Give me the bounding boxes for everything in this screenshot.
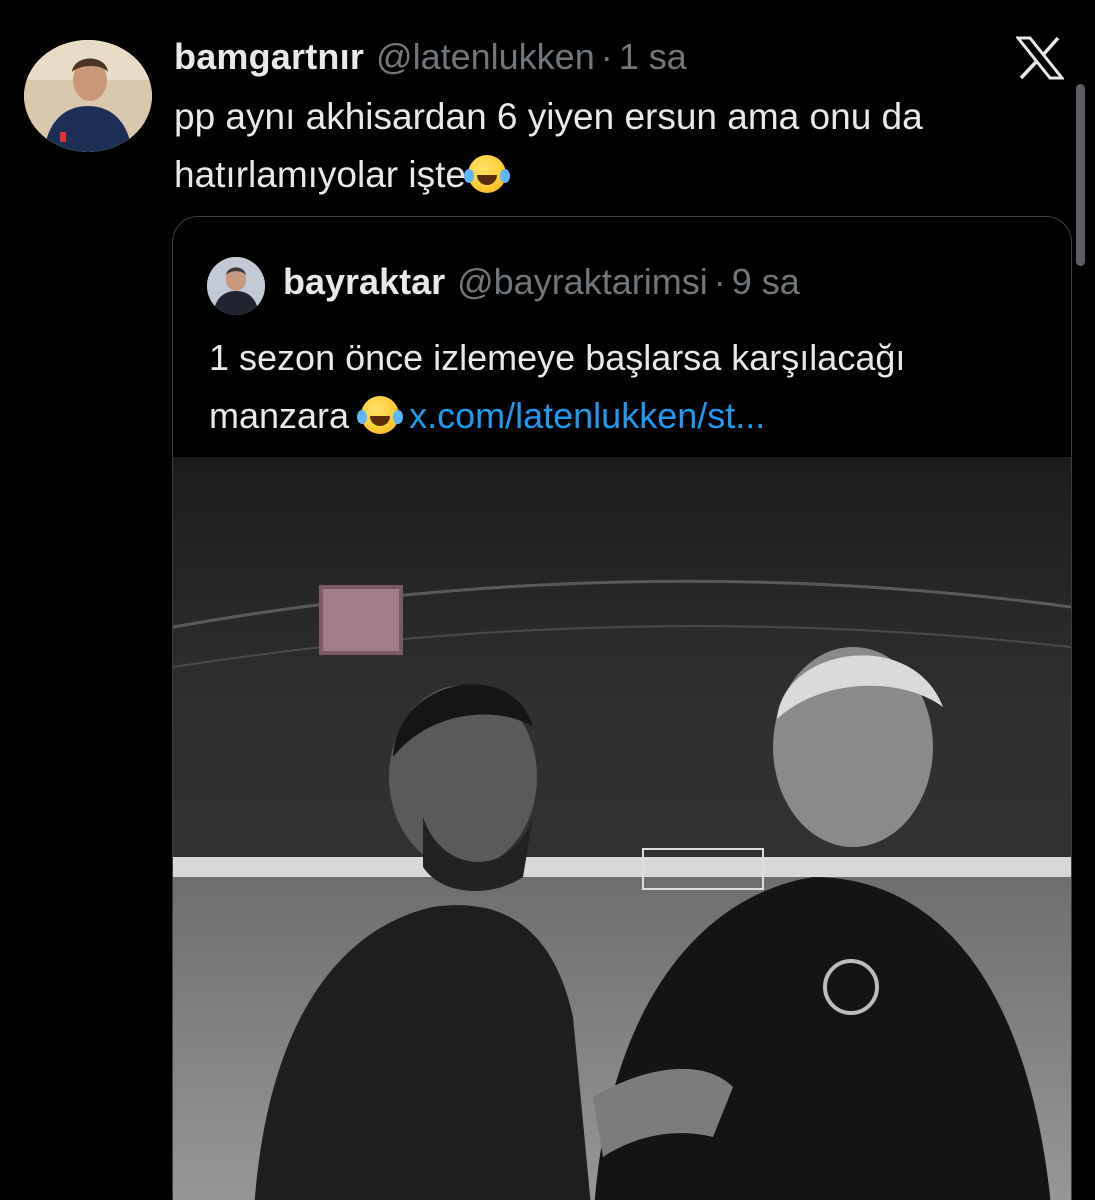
quoted-tweet-header: bayraktar @bayraktarimsi · 9 sa xyxy=(283,261,800,303)
author-display-name[interactable]: bamgartnır xyxy=(174,36,364,78)
x-logo-icon xyxy=(1014,36,1066,80)
tweet-body: pp aynı akhisardan 6 yiyen ersun ama onu… xyxy=(174,88,1054,204)
quoted-video-thumbnail[interactable] xyxy=(173,457,1071,1200)
quoted-handle[interactable]: @bayraktarimsi xyxy=(457,261,708,303)
scrollbar-thumb[interactable] xyxy=(1076,84,1085,266)
tweet-screen: bamgartnır @latenlukken · 1 sa pp aynı a… xyxy=(0,0,1095,1200)
quoted-tweet-link[interactable]: x.com/latenlukken/st... xyxy=(409,395,765,436)
quoted-tweet-body: 1 sezon önce izlemeye başlarsa karşılaca… xyxy=(209,329,1039,445)
tears-of-joy-emoji-icon xyxy=(357,396,400,434)
quoted-author-avatar[interactable] xyxy=(207,257,265,315)
quoted-display-name[interactable]: bayraktar xyxy=(283,261,445,303)
tweet-timestamp[interactable]: 1 sa xyxy=(619,36,687,78)
author-handle[interactable]: @latenlukken xyxy=(376,36,595,78)
author-avatar[interactable] xyxy=(24,40,152,152)
tweet-header: bamgartnır @latenlukken · 1 sa xyxy=(174,36,687,82)
separator-dot: · xyxy=(713,261,726,302)
tears-of-joy-emoji-icon xyxy=(464,155,506,193)
quoted-timestamp[interactable]: 9 sa xyxy=(732,261,800,303)
separator-dot: · xyxy=(600,36,613,77)
quoted-tweet-card[interactable]: bayraktar @bayraktarimsi · 9 sa 1 sezon … xyxy=(172,216,1072,1200)
tweet-text: pp aynı akhisardan 6 yiyen ersun ama onu… xyxy=(174,96,923,195)
